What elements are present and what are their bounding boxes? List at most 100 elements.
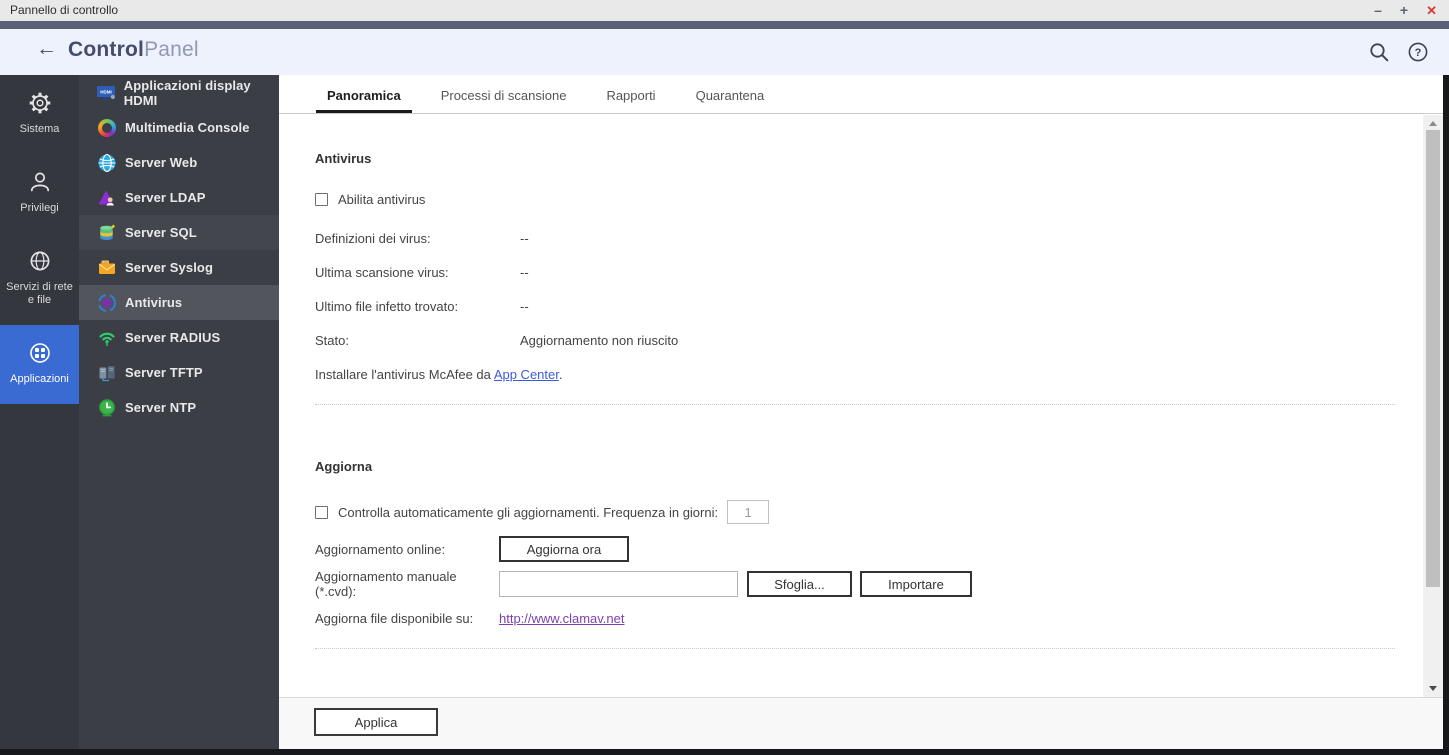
field-label: Definizioni dei virus: [315,231,431,246]
scrollbar-thumb[interactable] [1426,130,1440,587]
menu-item-server-radius[interactable]: Server RADIUS [79,320,279,355]
menu-item-server-sql[interactable]: Server SQL [79,215,279,250]
frequency-days-input[interactable] [727,500,770,524]
field-value: -- [520,299,529,314]
app-menu-sidebar: HDMI Applicazioni display HDMI Multimedi… [79,75,279,749]
sidebar-item-label: Servizi di rete [6,281,73,293]
menu-item-multimedia-console[interactable]: Multimedia Console [79,110,279,145]
scrollbar-down-arrow[interactable] [1429,686,1437,691]
update-now-button[interactable]: Aggiorna ora [499,536,629,562]
page-title-light: Panel [144,38,199,61]
field-label: Aggiornamento manuale (*.cvd): [315,569,457,599]
header-accent-band [0,21,1449,29]
page-title: ControlPanel [68,38,199,62]
auto-update-row: Controlla automaticamente gli aggiorname… [315,500,1395,524]
window-title: Pannello di controllo [10,3,119,17]
menu-item-antivirus[interactable]: Antivirus [79,285,279,320]
content-footer: Applica [279,697,1443,749]
mcafee-install-note: Installare l'antivirus McAfee da App Cen… [315,367,1395,382]
field-label: Stato: [315,333,349,348]
multimedia-console-icon [96,118,118,138]
sidebar-item-sistema[interactable]: Sistema [0,75,79,154]
menu-item-label: Server NTP [125,400,197,415]
last-scan-row: Ultima scansione virus: -- [315,265,1395,280]
maximize-button[interactable]: + [1400,0,1408,21]
field-label: Aggiornamento online: [315,541,446,557]
ldap-directory-icon [96,188,118,208]
update-section-heading: Aggiorna [315,459,373,474]
sidebar-item-servizi-di-rete-e-file[interactable]: Servizi di rete e file [0,233,79,325]
apply-button[interactable]: Applica [314,708,438,736]
apps-grid-icon [27,340,53,366]
user-icon [27,169,53,195]
menu-item-label: Applicazioni display HDMI [123,77,251,108]
sidebar-item-label: Applicazioni [10,373,69,385]
svg-text:?: ? [1415,47,1422,59]
sidebar-item-privilegi[interactable]: Privilegi [0,154,79,233]
status-value: Aggiornamento non riuscito [520,333,679,348]
main-content: Panoramica Processi di scansione Rapport… [279,75,1443,749]
enable-antivirus-checkbox[interactable] [315,193,328,206]
scrollbar-up-arrow[interactable] [1429,121,1437,126]
menu-item-label: Server SQL [125,225,197,240]
sidebar-item-applicazioni[interactable]: Applicazioni [0,325,79,404]
manual-update-row: Aggiornamento manuale (*.cvd): Sfoglia..… [315,569,1395,599]
syslog-envelope-icon: LOG [96,258,118,278]
status-row: Stato: Aggiornamento non riuscito [315,333,1395,348]
menu-item-label: Server LDAP [125,190,206,205]
browse-button[interactable]: Sfoglia... [747,571,852,597]
section-divider [315,648,1395,649]
menu-item-label: Server RADIUS [125,330,221,345]
menu-item-label: Multimedia Console [125,120,250,135]
field-value: -- [520,231,529,246]
import-button[interactable]: Importare [860,571,972,597]
clamav-link[interactable]: http://www.clamav.net [499,611,624,626]
menu-item-server-web[interactable]: Server Web [79,145,279,180]
auto-update-label: Controlla automaticamente gli aggiorname… [338,504,719,520]
auto-update-checkbox[interactable] [315,505,328,519]
enable-antivirus-label: Abilita antivirus [338,192,426,207]
last-infected-file-row: Ultimo file infetto trovato: -- [315,299,1395,314]
category-sidebar: Sistema Privilegi Servizi di rete e file… [0,75,79,749]
globe-network-icon [27,248,53,274]
menu-item-applicazioni-display-hdmi[interactable]: HDMI Applicazioni display HDMI [79,75,279,110]
tab-panoramica[interactable]: Panoramica [316,88,412,113]
menu-item-server-tftp[interactable]: Server TFTP [79,355,279,390]
field-label: Ultimo file infetto trovato: [315,299,459,314]
field-label: Aggiorna file disponibile su: [315,611,474,626]
menu-item-server-syslog[interactable]: LOG Server Syslog [79,250,279,285]
window-controls: – + ✕ [1374,0,1437,21]
menu-item-server-ldap[interactable]: Server LDAP [79,180,279,215]
online-update-row: Aggiornamento online: Aggiorna ora [315,536,1395,562]
tab-rapporti[interactable]: Rapporti [595,88,666,113]
tab-processi-di-scansione[interactable]: Processi di scansione [430,88,578,113]
search-icon[interactable] [1368,41,1390,63]
hdmi-display-icon: HDMI [96,83,117,103]
radius-signal-icon [96,328,118,348]
svg-text:HDMI: HDMI [101,89,113,94]
menu-item-server-ntp[interactable]: Server NTP [79,390,279,425]
close-button[interactable]: ✕ [1426,0,1437,21]
tab-quarantena[interactable]: Quarantena [685,88,776,113]
tftp-server-icon [96,363,118,383]
scroll-area: Antivirus Abilita antivirus Definizioni … [279,115,1423,697]
manual-update-file-input[interactable] [499,571,738,597]
web-globe-icon [96,153,118,173]
minimize-button[interactable]: – [1374,0,1382,21]
virus-definitions-row: Definizioni dei virus: -- [315,231,1395,246]
menu-item-label: Server Web [125,155,198,170]
note-suffix: . [558,367,563,382]
tab-bar: Panoramica Processi di scansione Rapport… [279,75,1443,114]
help-icon[interactable]: ? [1407,41,1429,63]
app-center-link[interactable]: App Center [494,367,559,382]
menu-item-label: Server Syslog [125,260,214,275]
back-arrow-icon[interactable]: ← [36,37,57,61]
sql-database-icon [96,223,118,243]
menu-item-label: Antivirus [125,295,183,310]
sidebar-item-label: Sistema [19,123,60,135]
app-header: ← ControlPanel ? [0,29,1449,75]
sidebar-item-label: Privilegi [20,202,59,214]
vertical-scrollbar[interactable] [1423,115,1443,697]
section-divider [315,404,1395,405]
ntp-clock-icon [96,398,118,418]
